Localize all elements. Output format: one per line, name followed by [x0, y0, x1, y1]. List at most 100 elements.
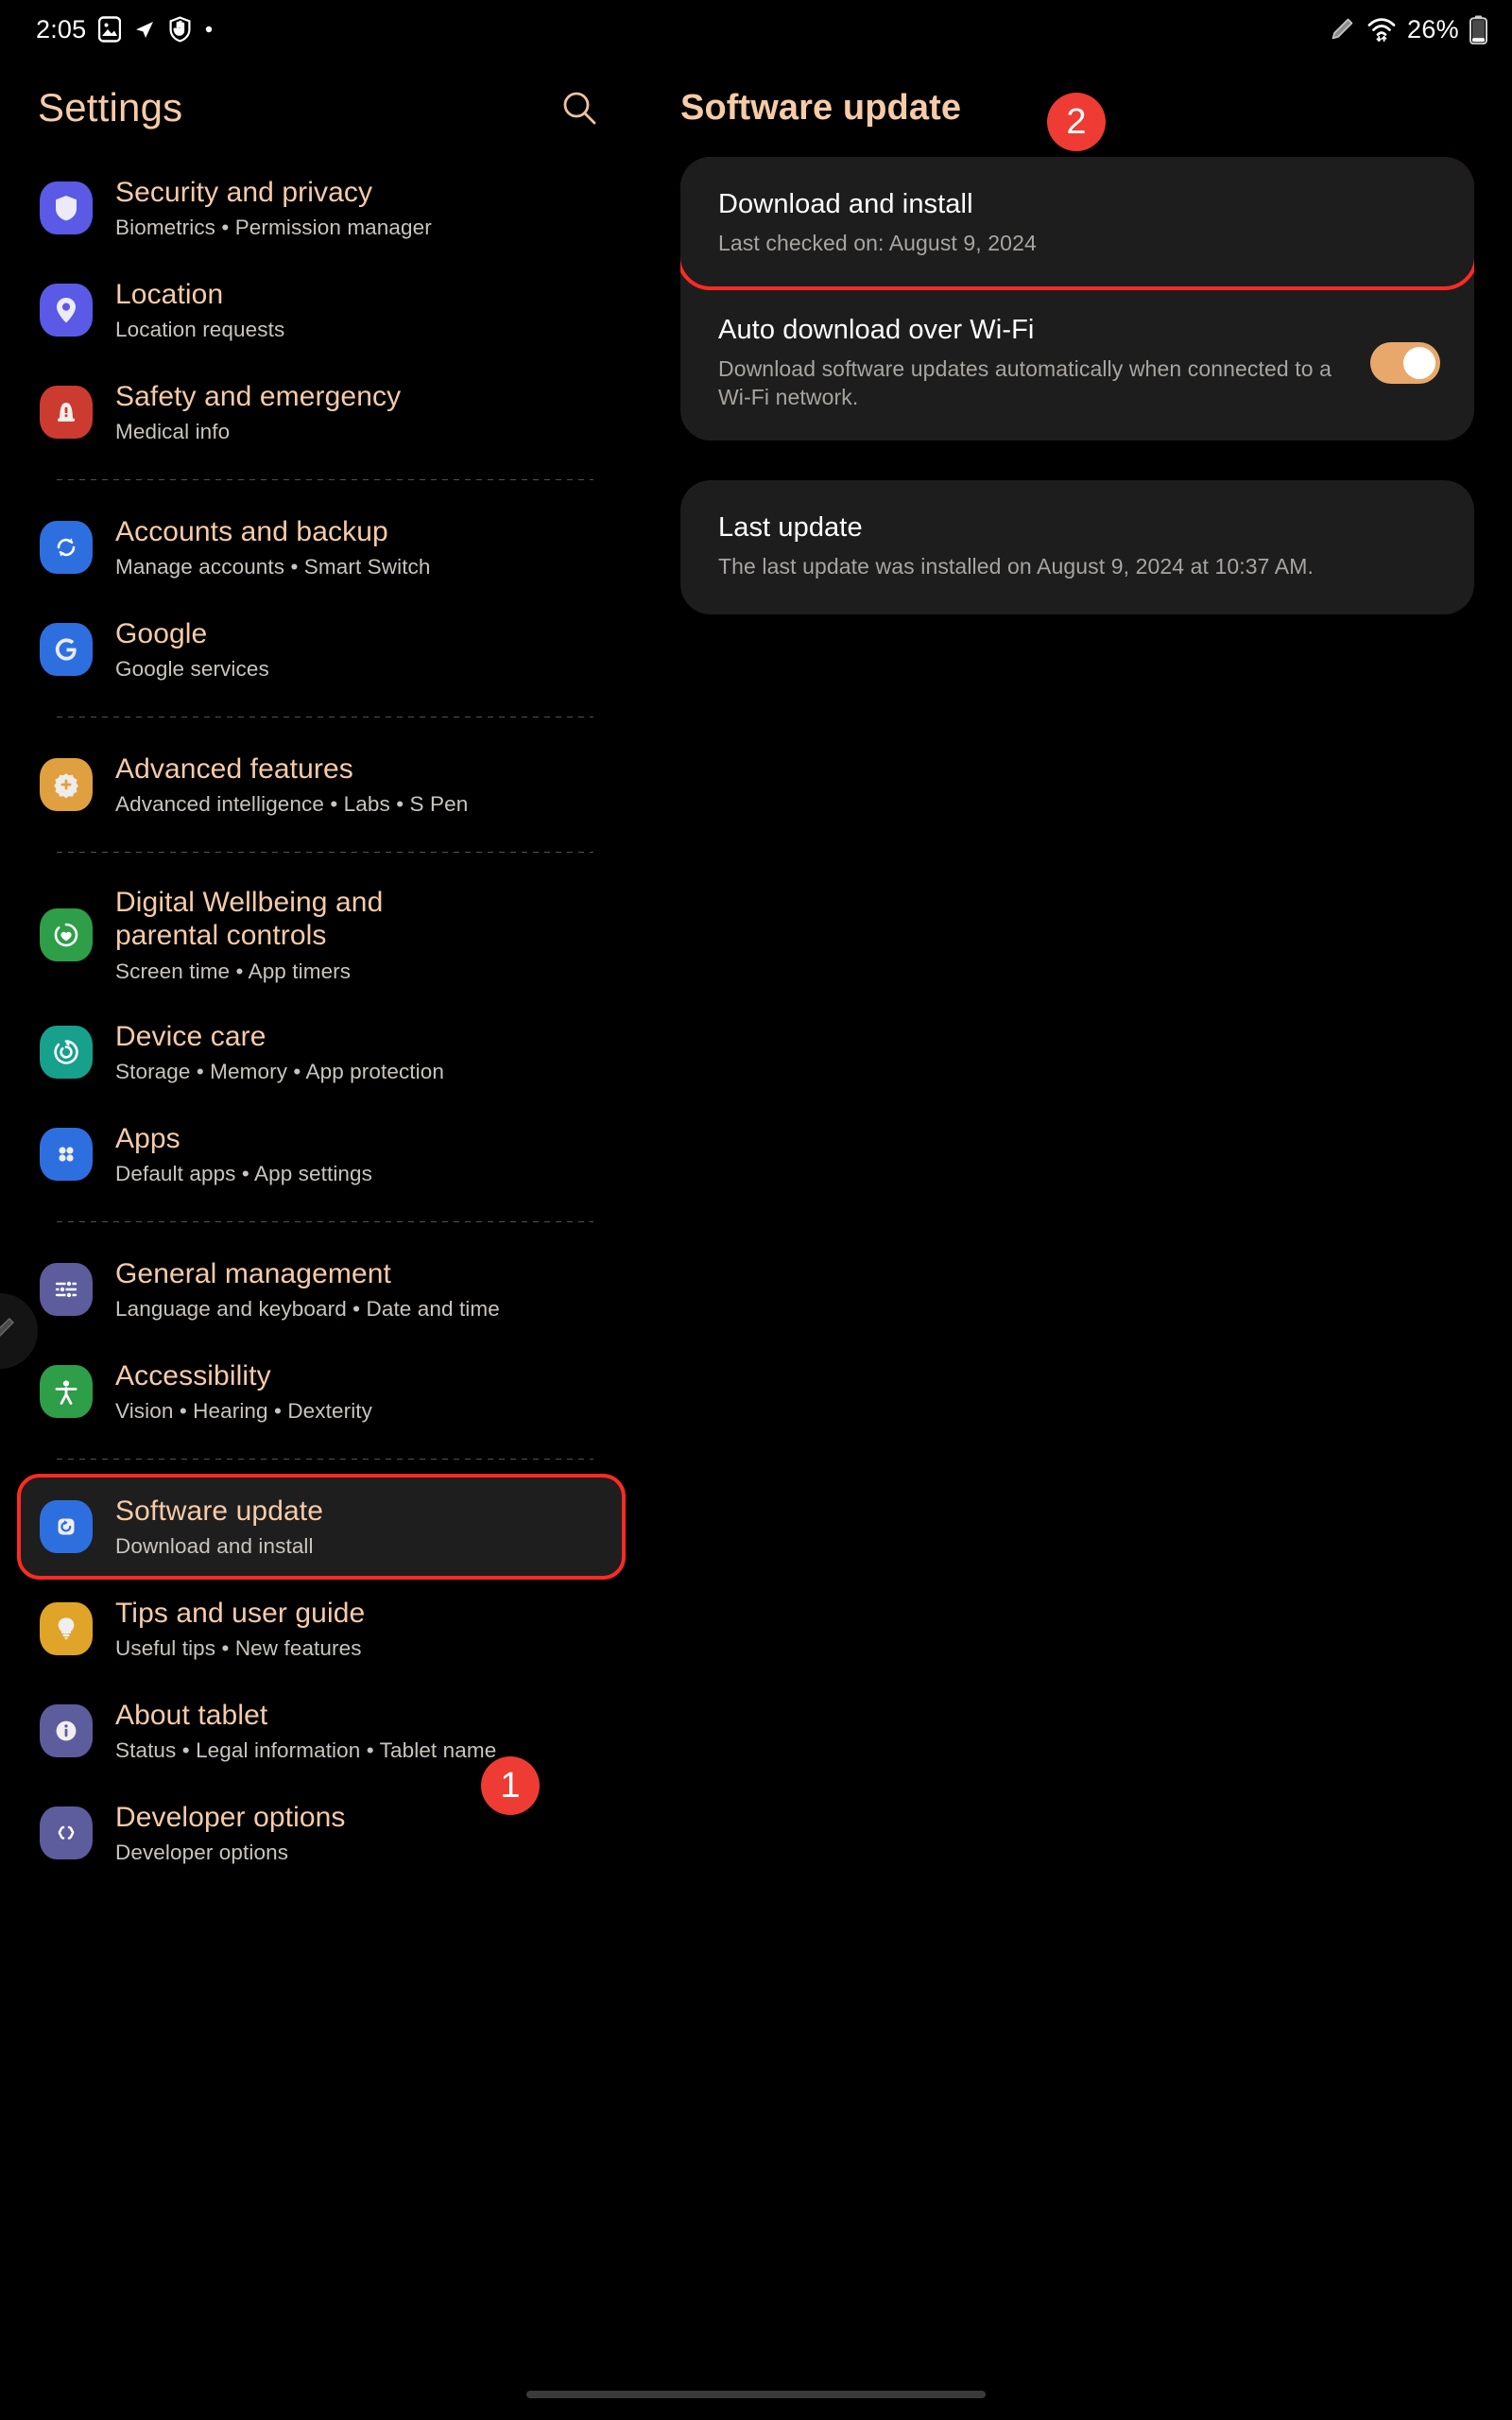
wifi-icon	[1366, 16, 1397, 43]
auto-download-toggle[interactable]	[1370, 342, 1440, 385]
sidebar-item-subtitle: Default apps • App settings	[115, 1161, 372, 1185]
sidebar-item-title: General management	[115, 1257, 391, 1289]
last-update-subtitle: The last update was installed on August …	[718, 554, 1314, 579]
sidebar-item-text: Google Google services	[115, 617, 269, 682]
sidebar-item-text: Safety and emergency Medical info	[115, 380, 401, 444]
download-and-install-row[interactable]: Download and install Last checked on: Au…	[680, 157, 1474, 290]
sidebar-item-google[interactable]: Google Google services	[19, 598, 624, 700]
sidebar-item-advanced-features[interactable]: Advanced features Advanced intelligence …	[19, 734, 624, 836]
sidebar-item-text: About tablet Status • Legal information …	[115, 1699, 496, 1763]
sidebar-item-location[interactable]: Location Location requests	[19, 259, 624, 361]
sidebar-item-text: Device care Storage • Memory • App prote…	[115, 1020, 444, 1084]
update-settings-card: Download and install Last checked on: Au…	[680, 157, 1474, 441]
sidebar-item-text: Digital Wellbeing and parental controls …	[115, 886, 493, 984]
gear-plus-icon	[40, 758, 93, 811]
image-icon	[98, 16, 122, 43]
software-update-icon	[40, 1499, 93, 1553]
dot-icon	[204, 25, 214, 34]
accessibility-person-icon	[40, 1364, 93, 1418]
sidebar-divider	[57, 1220, 593, 1222]
info-icon	[40, 1703, 93, 1757]
sidebar-item-subtitle: Language and keyboard • Date and time	[115, 1296, 500, 1321]
navigation-icon	[133, 18, 156, 41]
battery-icon	[1469, 15, 1487, 44]
sidebar-item-title: Software update	[115, 1495, 323, 1527]
shield-icon	[40, 182, 93, 234]
sidebar-item-title: Tips and user guide	[115, 1597, 366, 1629]
sync-icon	[40, 521, 93, 574]
sidebar-item-subtitle: Biometrics • Permission manager	[115, 216, 432, 240]
battery-percent: 26%	[1407, 14, 1459, 43]
sidebar-item-title: Developer options	[115, 1801, 346, 1833]
sidebar-item-title: Safety and emergency	[115, 380, 402, 412]
annotation-badge-1: 1	[481, 1756, 540, 1815]
sidebar-item-accounts-and-backup[interactable]: Accounts and backup Manage accounts • Sm…	[19, 496, 624, 598]
sidebar-item-accessibility[interactable]: Accessibility Vision • Hearing • Dexteri…	[19, 1340, 624, 1443]
search-icon[interactable]	[552, 80, 607, 135]
sidebar-item-device-care[interactable]: Device care Storage • Memory • App prote…	[19, 1001, 624, 1103]
sidebar-item-general-management[interactable]: General management Language and keyboard…	[19, 1238, 624, 1340]
sidebar-item-title: Google	[115, 617, 208, 649]
software-update-detail-pane: Software update Download and install Las…	[643, 59, 1512, 2420]
sidebar-item-title: Location	[115, 278, 224, 310]
shield-hand-icon	[168, 16, 192, 43]
location-pin-icon	[40, 284, 93, 337]
sidebar-item-title: Device care	[115, 1020, 266, 1052]
sidebar-item-text: Accounts and backup Manage accounts • Sm…	[115, 515, 431, 579]
sidebar-item-subtitle: Download and install	[115, 1533, 314, 1558]
sidebar-item-security-and-privacy[interactable]: Security and privacy Biometrics • Permis…	[19, 157, 624, 259]
last-update-row: Last update The last update was installe…	[680, 480, 1474, 615]
lightbulb-icon	[40, 1601, 93, 1655]
sidebar-item-subtitle: Developer options	[115, 1840, 289, 1864]
sidebar-item-title: Accounts and backup	[115, 515, 388, 547]
sidebar-item-subtitle: Useful tips • New features	[115, 1635, 362, 1660]
status-bar: 2:05 26%	[0, 0, 1512, 59]
auto-download-title: Auto download over Wi-Fi	[718, 314, 1035, 345]
sidebar-item-digital-wellbeing[interactable]: Digital Wellbeing and parental controls …	[19, 869, 624, 1001]
apps-grid-icon	[40, 1127, 93, 1181]
settings-sidebar: Settings Security and privacy Biometrics…	[0, 59, 643, 2420]
google-g-icon	[40, 623, 93, 676]
sidebar-item-subtitle: Manage accounts • Smart Switch	[115, 555, 431, 579]
sidebar-item-subtitle: Storage • Memory • App protection	[115, 1059, 444, 1083]
last-update-card: Last update The last update was installe…	[680, 479, 1474, 615]
sidebar-divider	[57, 1458, 593, 1460]
download-and-install-title: Download and install	[718, 189, 973, 219]
sidebar-item-title: Apps	[115, 1122, 180, 1154]
auto-download-subtitle: Download software updates automatically …	[718, 356, 1332, 410]
sidebar-item-text: Security and privacy Biometrics • Permis…	[115, 176, 432, 240]
sidebar-item-text: Tips and user guide Useful tips • New fe…	[115, 1597, 365, 1661]
sidebar-item-software-update[interactable]: Software update Download and install	[17, 1473, 626, 1580]
status-bar-right: 26%	[1328, 15, 1487, 44]
sidebar-item-tips-and-user-guide[interactable]: Tips and user guide Useful tips • New fe…	[19, 1578, 624, 1680]
auto-download-row[interactable]: Auto download over Wi-Fi Download softwa…	[680, 286, 1474, 441]
emergency-siren-icon	[40, 386, 93, 439]
annotation-badge-2: 2	[1047, 93, 1106, 151]
status-time: 2:05	[36, 14, 87, 43]
sidebar-header: Settings	[0, 59, 643, 157]
download-and-install-text: Download and install Last checked on: Au…	[718, 189, 1037, 258]
auto-download-text: Auto download over Wi-Fi Download softwa…	[718, 315, 1344, 412]
sidebar-item-title: Security and privacy	[115, 176, 373, 208]
sliders-icon	[40, 1262, 93, 1316]
sidebar-divider	[57, 852, 593, 853]
sidebar-divider	[57, 479, 593, 480]
sidebar-item-text: Software update Download and install	[115, 1495, 323, 1559]
status-bar-left: 2:05	[36, 15, 214, 44]
card-spacer	[643, 441, 1512, 480]
sidebar-item-apps[interactable]: Apps Default apps • App settings	[19, 1103, 624, 1205]
detail-title: Software update	[680, 87, 962, 128]
sidebar-item-title: Advanced features	[115, 752, 353, 785]
sidebar-item-safety-and-emergency[interactable]: Safety and emergency Medical info	[19, 361, 624, 463]
sidebar-item-subtitle: Vision • Hearing • Dexterity	[115, 1398, 372, 1423]
last-update-text: Last update The last update was installe…	[718, 512, 1314, 581]
sidebar-item-subtitle: Location requests	[115, 318, 285, 342]
stylus-icon	[1328, 15, 1356, 43]
sidebar-item-text: Apps Default apps • App settings	[115, 1122, 372, 1186]
sidebar-item-subtitle: Advanced intelligence • Labs • S Pen	[115, 792, 469, 817]
device-care-icon	[40, 1025, 93, 1079]
wellbeing-heart-icon	[40, 908, 93, 961]
sidebar-item-text: Accessibility Vision • Hearing • Dexteri…	[115, 1359, 372, 1424]
sidebar-item-subtitle: Google services	[115, 657, 269, 682]
home-gesture-pill[interactable]	[526, 2391, 986, 2398]
